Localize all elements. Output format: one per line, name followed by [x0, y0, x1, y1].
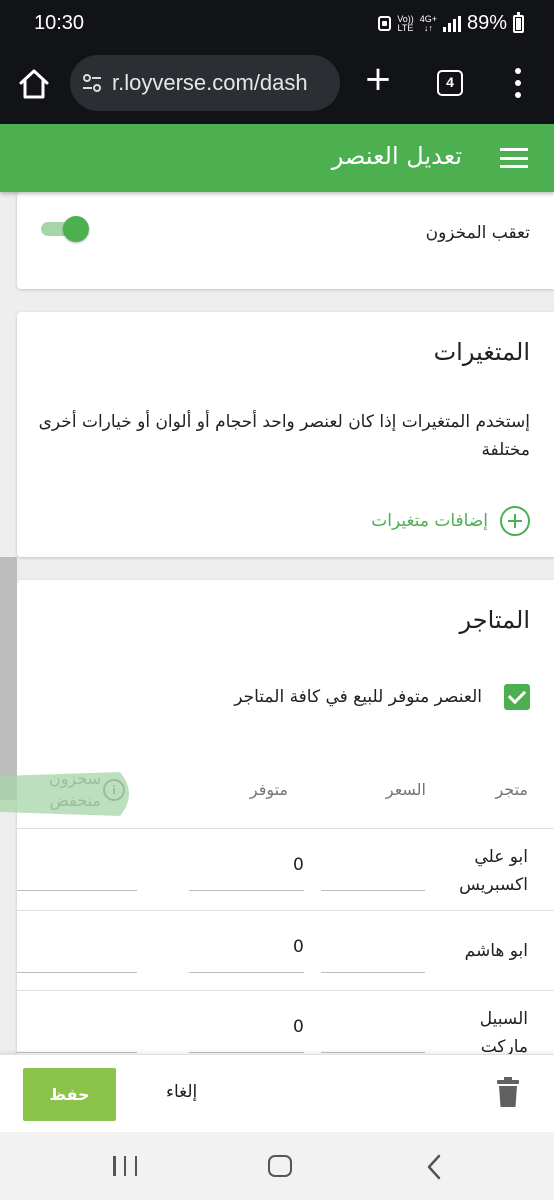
action-bar: حفظ إلغاء: [0, 1054, 554, 1132]
add-variants-label: إضافات متغيرات: [371, 511, 488, 531]
status-icons: Vo)) LTE 4G+ ↓↑ 89%: [378, 11, 524, 35]
price-input[interactable]: [321, 1013, 425, 1053]
volte-bottom: LTE: [397, 22, 414, 33]
column-header-available: متوفر: [249, 780, 288, 799]
price-input[interactable]: [321, 933, 425, 973]
home-nav-icon[interactable]: [268, 1155, 292, 1177]
store-name: ابو علي اكسبريس: [459, 847, 528, 895]
delete-icon[interactable]: [497, 1077, 519, 1107]
table-row: السبيل ماركت 0: [17, 990, 554, 1060]
save-button[interactable]: حفظ: [23, 1068, 116, 1121]
available-input[interactable]: 0: [189, 933, 304, 973]
add-variants-button[interactable]: إضافات متغيرات: [371, 506, 530, 536]
variants-title: المتغيرات: [433, 338, 530, 366]
home-button[interactable]: [16, 66, 52, 102]
track-stock-label: تعقب المخزون: [425, 223, 530, 243]
stores-title: المتاجر: [459, 606, 531, 634]
column-header-price: السعر: [385, 780, 426, 799]
browser-toolbar: r.loyverse.com/dash + 4: [0, 50, 554, 124]
system-nav-bar: [0, 1132, 554, 1200]
column-header-store: متجر: [495, 780, 528, 799]
available-value: 0: [293, 937, 304, 957]
available-input[interactable]: 0: [189, 851, 304, 891]
battery-icon: [513, 11, 524, 33]
add-circle-icon: [500, 506, 530, 536]
status-bar: 10:30 Vo)) LTE 4G+ ↓↑ 89%: [0, 0, 554, 50]
low-stock-input[interactable]: [17, 1013, 137, 1053]
notification-icon: [378, 16, 392, 31]
cancel-button[interactable]: إلغاء: [166, 1082, 197, 1102]
stores-card: المتاجر العنصر متوفر للبيع في كافة المتا…: [17, 580, 554, 1060]
available-all-stores-row[interactable]: العنصر متوفر للبيع في كافة المتاجر: [234, 684, 530, 710]
site-settings-icon[interactable]: [80, 71, 104, 95]
toggle-knob: [63, 216, 89, 242]
table-row: ابو علي اكسبريس 0: [17, 828, 554, 910]
home-icon: [19, 69, 49, 99]
info-icon[interactable]: i: [103, 779, 125, 801]
available-input[interactable]: 0: [189, 1013, 304, 1053]
url-text[interactable]: r.loyverse.com/dash: [112, 70, 332, 96]
app-header: تعديل العنصر: [0, 124, 554, 192]
recent-apps-icon[interactable]: [113, 1156, 137, 1176]
tab-switcher-button[interactable]: 4: [437, 70, 463, 96]
signal-icon: [442, 15, 461, 32]
store-name: ابو هاشم: [464, 941, 528, 961]
back-icon[interactable]: [426, 1154, 442, 1180]
track-stock-toggle[interactable]: [41, 216, 93, 242]
network-indicator: 4G+ ↓↑: [420, 14, 437, 33]
store-name: السبيل ماركت: [479, 1009, 528, 1057]
low-stock-input[interactable]: [17, 851, 137, 891]
browser-menu-button[interactable]: [512, 68, 524, 98]
side-overlay: [0, 557, 17, 800]
address-bar[interactable]: r.loyverse.com/dash: [70, 55, 340, 111]
inventory-card: تعقب المخزون: [17, 192, 554, 289]
available-all-checkbox[interactable]: [504, 684, 530, 710]
variants-card: المتغيرات إستخدم المتغيرات إذا كان لعنصر…: [17, 312, 554, 557]
new-tab-button[interactable]: +: [362, 62, 394, 98]
status-time: 10:30: [34, 12, 85, 34]
available-all-label: العنصر متوفر للبيع في كافة المتاجر: [234, 687, 482, 707]
page-title: تعديل العنصر: [331, 142, 462, 170]
column-header-low-stock: سحزون منخفض: [48, 769, 101, 810]
available-value: 0: [293, 1017, 304, 1037]
volte-indicator: Vo)) LTE: [397, 14, 414, 33]
available-value: 0: [293, 855, 304, 875]
battery-percent: 89%: [466, 12, 507, 34]
hamburger-menu-icon[interactable]: [500, 148, 528, 168]
low-stock-input[interactable]: [17, 933, 137, 973]
variants-description: إستخدم المتغيرات إذا كان لعنصر واحد أحجا…: [38, 412, 530, 460]
network-bottom: ↓↑: [423, 22, 433, 33]
price-input[interactable]: [321, 851, 425, 891]
table-row: ابو هاشم 0: [17, 910, 554, 990]
